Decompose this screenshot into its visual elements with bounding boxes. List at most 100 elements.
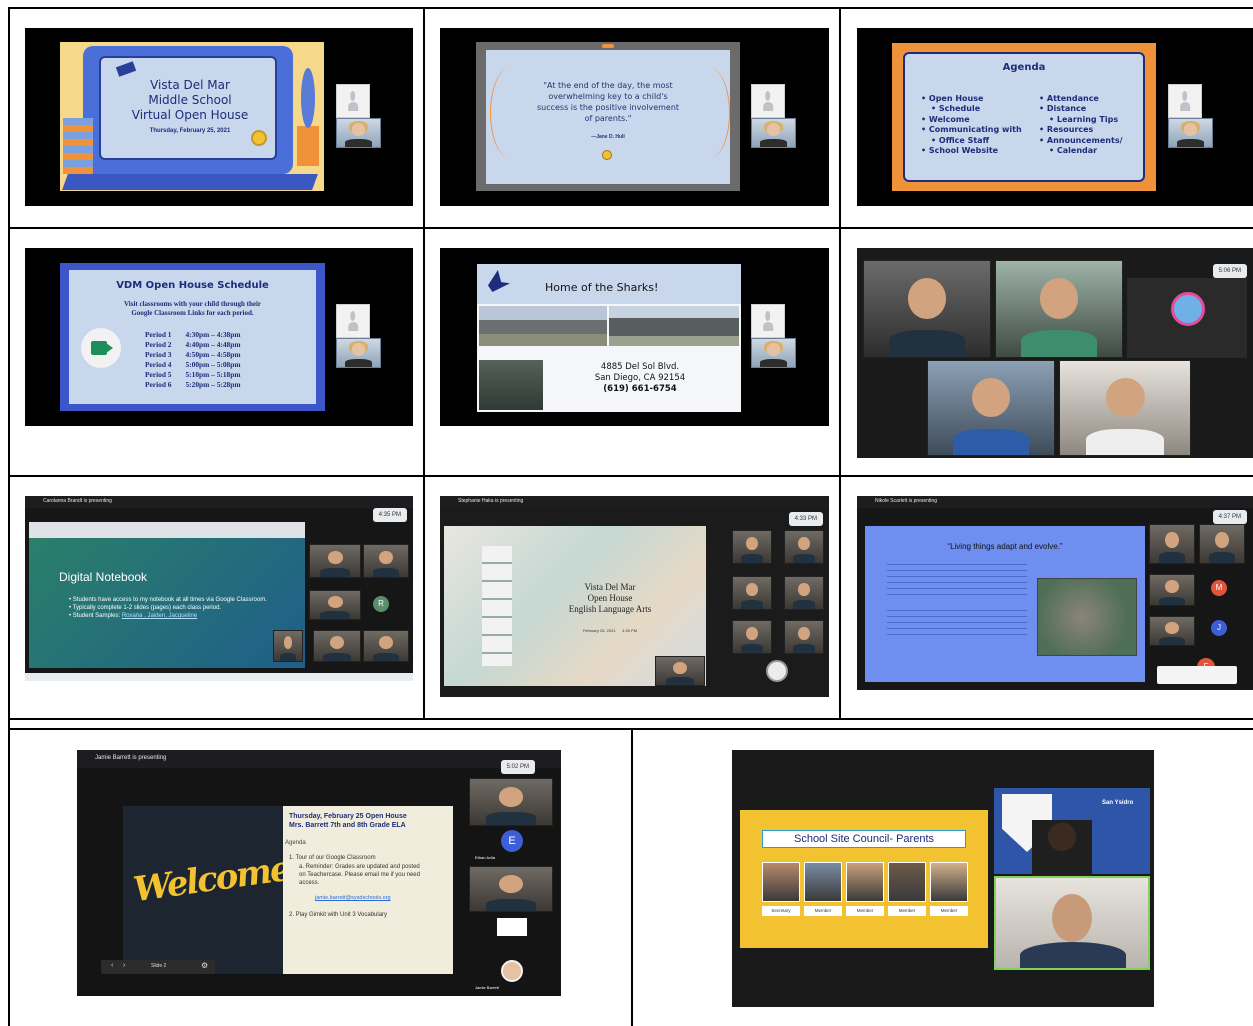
- science-text-block: [887, 610, 1027, 640]
- presenting-label: Carolanna Brandt is presenting: [43, 498, 112, 504]
- participant-video: [1199, 524, 1245, 564]
- meeting-clock: 4:33 PM: [788, 512, 823, 526]
- period-time: 4:30pm – 4:38pm: [185, 330, 241, 339]
- person-silhouette-icon: [1180, 90, 1190, 111]
- grid-bottom-col-line: [631, 728, 633, 1026]
- participant-video: [363, 544, 409, 578]
- participant-avatar: [766, 660, 788, 682]
- speaker-face: [1052, 894, 1092, 942]
- participant-video: [313, 630, 361, 662]
- slide-thumbnails: [482, 546, 512, 666]
- agenda-item: Schedule: [921, 104, 1022, 114]
- agenda-item: Calendar: [1039, 146, 1123, 156]
- science-slide-title: “Living things adapt and evolve.”: [947, 542, 1063, 551]
- participant-video: [1149, 616, 1195, 646]
- participant-placeholder-tile: [751, 84, 785, 118]
- address-phone: (619) 661-6754: [603, 384, 677, 394]
- welcome-agenda-item-1a: a. Reminder: Grades are updated and post…: [299, 864, 420, 886]
- person-silhouette-icon: [348, 310, 358, 331]
- agenda-item: Communicating with: [921, 125, 1022, 135]
- grid-row3-line: [8, 718, 1253, 720]
- participant-placeholder-tile: [751, 304, 785, 338]
- presenting-bar: Jamie Barrett is presenting: [77, 750, 561, 768]
- meeting-clock: 4:35 PM: [372, 508, 407, 522]
- slide-controls: ‹ › Slide 2 ⚙: [101, 960, 215, 974]
- title-line-2: Middle School: [148, 93, 232, 107]
- council-member-card: Secretary: [762, 862, 800, 920]
- period-label: Period 2: [145, 340, 172, 349]
- period-time: 4:50pm – 4:58pm: [185, 350, 241, 359]
- participant-avatar: J: [1211, 620, 1227, 636]
- period-time: 5:10pm – 5:18pm: [185, 370, 241, 379]
- meet-camera-shape: [91, 341, 107, 355]
- welcome-agenda-item-1: 1. Tour of our Google Classroom: [289, 855, 376, 861]
- participant-video: [784, 620, 824, 654]
- prev-slide-icon[interactable]: ‹: [111, 962, 113, 969]
- person-silhouette-icon: [763, 310, 773, 331]
- presenting-label: Stephanie Haka is presenting: [458, 498, 524, 504]
- tile-living-things: Nikole Scarlett is presenting 4:37 PM “L…: [857, 496, 1253, 690]
- participant-video: [732, 620, 772, 654]
- camera-notch-icon: [602, 44, 614, 48]
- tile-quote-slide: "At the end of the day, the most overwhe…: [440, 28, 829, 206]
- agenda-right-list: Attendance Distance Learning Tips Resour…: [1039, 94, 1123, 156]
- council-member-photo: [762, 862, 800, 902]
- school-photo-2: [609, 306, 739, 346]
- slide-number[interactable]: Slide 2: [151, 963, 166, 969]
- title-slide-date: Thursday, February 25, 2021: [149, 128, 231, 134]
- meet-camera-lens: [106, 343, 113, 353]
- person-silhouette-icon: [348, 90, 358, 111]
- tile-site-council: School Site Council- Parents Secretary Me…: [732, 750, 1154, 1007]
- science-text-block: [887, 564, 1027, 598]
- book-stack: [63, 118, 93, 174]
- council-member-photo: [888, 862, 926, 902]
- settings-gear-icon[interactable]: ⚙: [201, 961, 208, 970]
- tile-schedule-slide: VDM Open House Schedule Visit classrooms…: [25, 248, 413, 426]
- next-slide-icon[interactable]: ›: [123, 962, 125, 969]
- presenting-bar: Nikole Scarlett is presenting: [857, 496, 1253, 508]
- quote-medal-icon: [602, 150, 612, 160]
- participant-video: [1149, 574, 1195, 606]
- quote-author: —Jane D. Hull: [591, 134, 625, 140]
- ela-slide-text: Vista Del Mar Open House English Languag…: [560, 582, 660, 615]
- participant-avatar: E: [501, 830, 523, 852]
- browser-chrome: [29, 522, 305, 538]
- welcome-email-link[interactable]: jamie.barrett@sysdschools.org: [315, 895, 391, 901]
- plant-leaves: [301, 68, 315, 128]
- agenda-item: Open House: [921, 94, 1022, 104]
- participant-video: [469, 778, 553, 826]
- presenting-label: Nikole Scarlett is presenting: [875, 498, 937, 504]
- participant-placeholder-tile: [336, 84, 370, 118]
- participant-avatar: M: [1211, 580, 1227, 596]
- participant-video: [732, 576, 772, 610]
- ela-slide-date: February 25, 2021 4:30 PM: [582, 628, 638, 633]
- schedule-row: Period 5 5:10pm – 5:18pm: [145, 370, 241, 380]
- title-line-1: Vista Del Mar: [150, 78, 230, 92]
- notification-popup[interactable]: [1157, 666, 1237, 684]
- address-line: San Diego, CA 92154: [594, 373, 686, 383]
- participant-avatar: R: [373, 596, 389, 612]
- turtle-photo: [1037, 578, 1137, 656]
- participant-video: [784, 530, 824, 564]
- tile-video-gallery: 5:06 PM: [857, 248, 1253, 458]
- grid-row1-line: [8, 227, 1253, 229]
- tile-welcome: Jamie Barrett is presenting 5:02 PM Welc…: [77, 750, 561, 996]
- agenda-left-list: Open House Schedule Welcome Communicatin…: [921, 94, 1022, 156]
- notebook-bullet: Typically complete 1-2 slides (pages) ea…: [69, 604, 289, 612]
- participant-video: [1149, 524, 1195, 564]
- agenda-item: School Website: [921, 146, 1022, 156]
- meeting-clock: 4:37 PM: [1212, 510, 1247, 524]
- presenter-video-council: [1032, 820, 1092, 876]
- welcome-agenda-label: Agenda: [285, 840, 306, 846]
- samples-links[interactable]: Roxana , Jaiden, Jacqueline: [122, 613, 197, 619]
- agenda-subitem-text: Reminder: Grades are updated and posted …: [299, 864, 420, 886]
- schedule-table: Period 1 4:30pm – 4:38pm Period 2 4:40pm – …: [145, 330, 241, 390]
- agenda-item-text: Play Gimkit with Unit 3 Vocabulary: [295, 912, 388, 918]
- participant-placeholder-tile: [336, 304, 370, 338]
- schedule-row: Period 6 5:20pm – 5:28pm: [145, 380, 241, 390]
- council-member-photo: [804, 862, 842, 902]
- notebook-bullet: Students have access to my notebook at a…: [69, 596, 289, 604]
- presenter-video-tile: [336, 338, 381, 368]
- school-slide-title: Home of the Sharks!: [545, 281, 659, 294]
- presenter-video-tile: [1168, 118, 1213, 148]
